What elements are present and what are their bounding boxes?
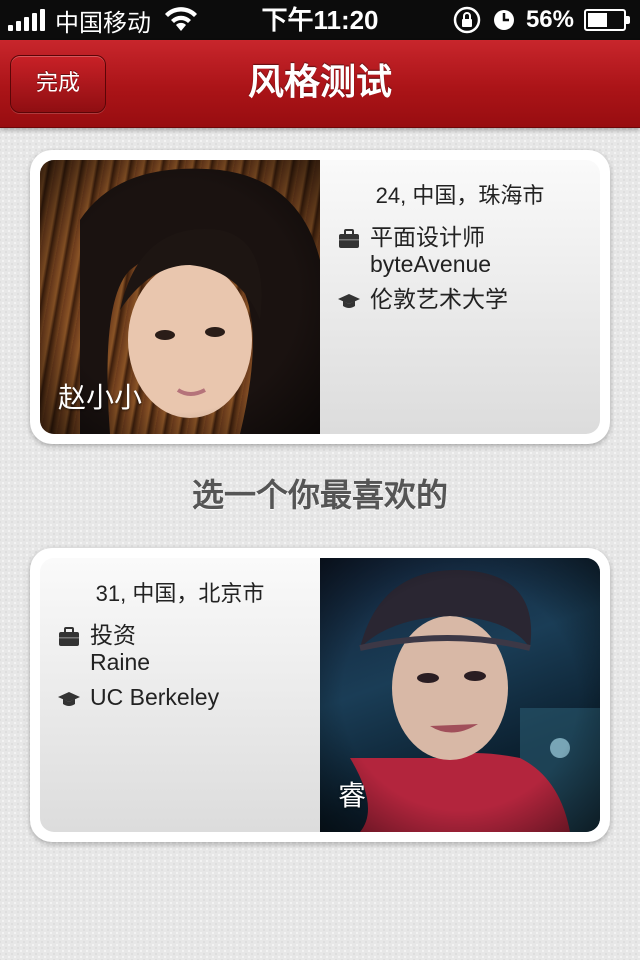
battery-level <box>588 13 608 27</box>
profile-info-1: 24, 中国，珠海市 平面设计师 byteAvenue 伦敦艺术大学 <box>320 160 600 434</box>
profile-card-2[interactable]: 31, 中国，北京市 投资 Raine UC Berkeley 睿 <box>30 548 610 842</box>
profile-name: 睿 <box>338 779 367 812</box>
job-title: 平面设计师 <box>370 224 485 250</box>
profile-location: 24, 中国，珠海市 <box>375 183 545 208</box>
graduation-cap-icon <box>338 294 360 308</box>
profile-school: 伦敦艺术大学 <box>338 286 508 313</box>
signal-strength-icon <box>8 9 45 31</box>
profile-job: 投资 Raine <box>58 622 150 676</box>
graduation-cap-icon <box>58 692 80 706</box>
school-name: UC Berkeley <box>90 684 220 710</box>
profile-photo-1: 赵小小 <box>40 160 320 434</box>
profile-job: 平面设计师 byteAvenue <box>338 224 491 278</box>
profile-info-2: 31, 中国，北京市 投资 Raine UC Berkeley <box>40 558 320 832</box>
profile-school: UC Berkeley <box>58 684 219 711</box>
briefcase-icon <box>59 627 79 646</box>
alarm-clock-icon <box>493 10 514 30</box>
profile-location: 31, 中国，北京市 <box>95 581 265 606</box>
profile-name: 赵小小 <box>58 381 143 414</box>
company-name: byteAvenue <box>370 251 492 277</box>
briefcase-icon <box>339 229 359 248</box>
choice-prompt: 选一个你最喜欢的 <box>191 476 448 514</box>
rotation-lock-icon <box>453 6 481 34</box>
school-name: 伦敦艺术大学 <box>370 286 508 312</box>
battery-percentage: 56% <box>525 6 574 33</box>
done-button[interactable]: 完成 <box>10 55 106 113</box>
profile-card-1[interactable]: 赵小小 24, 中国，珠海市 平面设计师 byteAvenue 伦敦艺术大学 <box>30 150 610 444</box>
navigation-bar: 完成 风格测试 <box>0 40 640 128</box>
job-title: 投资 <box>90 622 136 648</box>
company-name: Raine <box>90 649 151 675</box>
status-bar: 中国移动 下午11:20 56% <box>0 0 640 40</box>
carrier-name: 中国移动 <box>55 9 151 37</box>
wifi-icon <box>165 7 197 31</box>
battery-icon <box>584 9 630 31</box>
profile-photo-2: 睿 <box>320 558 600 832</box>
